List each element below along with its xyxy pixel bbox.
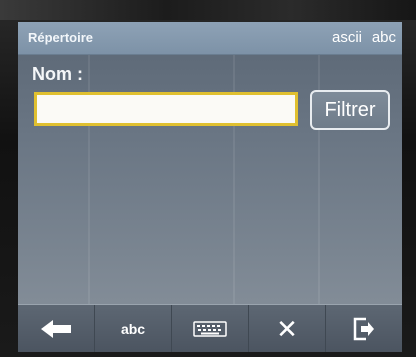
screen-reflection [88, 22, 90, 352]
close-button[interactable]: ✕ [249, 305, 326, 352]
back-button[interactable] [18, 305, 95, 352]
window-title: Répertoire [28, 30, 94, 45]
keyboard-button[interactable] [172, 305, 249, 352]
abc-input-icon: abc [120, 321, 146, 337]
device-frame: Répertoire ascii abc Nom : Filtrer abc ✕ [0, 0, 416, 357]
screen-reflection [233, 22, 235, 352]
bezel [0, 0, 416, 20]
close-icon: ✕ [276, 314, 298, 344]
back-arrow-icon [41, 320, 71, 338]
filter-button[interactable]: Filtrer [310, 90, 390, 130]
title-bar: Répertoire ascii abc [18, 22, 402, 55]
ascii-mode-toggle[interactable]: ascii [332, 29, 362, 46]
screen-reflection [318, 22, 320, 352]
keyboard-icon [193, 321, 227, 337]
name-input[interactable] [34, 92, 298, 126]
abc-mode-toggle[interactable]: abc [372, 29, 396, 46]
bottom-toolbar: abc ✕ [18, 304, 402, 352]
name-label: Nom : [32, 64, 83, 84]
app-screen: Répertoire ascii abc Nom : Filtrer abc ✕ [18, 22, 402, 352]
abc-input-button[interactable]: abc [95, 305, 172, 352]
exit-icon [353, 317, 374, 341]
exit-button[interactable] [326, 305, 402, 352]
